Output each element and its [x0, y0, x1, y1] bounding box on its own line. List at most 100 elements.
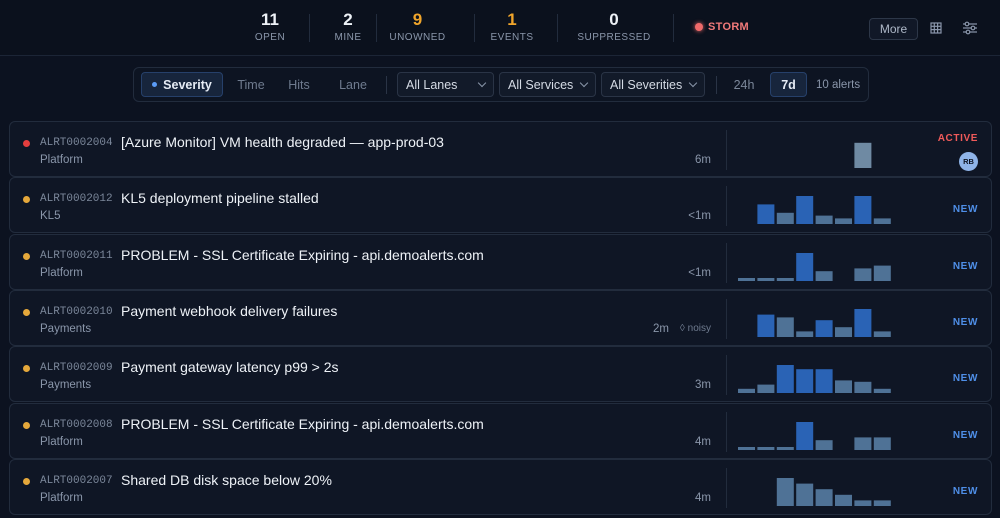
stat-label: UNOWNED — [389, 32, 446, 43]
alert-title[interactable]: Payment webhook delivery failures — [121, 303, 337, 319]
sparkline-bar — [873, 265, 891, 281]
stat-value: 9 — [412, 10, 423, 29]
sparkline-bar — [757, 384, 775, 393]
alert-row[interactable]: ALRT0002007 Shared DB disk space below 20… — [9, 459, 992, 515]
divider — [726, 243, 727, 283]
alert-id: ALRT0002004 — [40, 137, 113, 149]
status-badge: NEW — [952, 261, 978, 272]
sparkline-bar — [835, 218, 852, 224]
sparkline-bar — [815, 271, 833, 281]
alert-row[interactable]: ALRT0002008 PROBLEM - SSL Certificate Exp… — [9, 403, 992, 459]
lanes-select[interactable]: All Lanes — [397, 72, 494, 97]
noisy-badge: ◊ noisy — [679, 323, 711, 334]
sparkline-bar — [854, 196, 872, 224]
chevron-down-icon — [688, 78, 698, 88]
divider — [474, 14, 475, 42]
status-badge: NEW — [952, 373, 978, 384]
sparkline-bar — [776, 212, 794, 224]
alert-team: Platform — [40, 492, 83, 504]
alert-team: Platform — [40, 267, 83, 279]
severity-dot-icon — [23, 196, 30, 203]
sort-tab-hits[interactable]: Hits — [282, 72, 316, 97]
range-7d[interactable]: 7d — [770, 72, 807, 97]
sparkline-bar — [854, 268, 872, 281]
storm-label: STORM — [708, 21, 750, 33]
stat-events[interactable]: 1 EVENTS — [488, 10, 536, 43]
storm-indicator[interactable]: STORM — [695, 21, 749, 33]
alert-team: Platform — [40, 436, 83, 448]
more-button[interactable]: More — [869, 18, 918, 40]
stat-open[interactable]: 11 OPEN — [252, 10, 288, 43]
alert-title[interactable]: KL5 deployment pipeline stalled — [121, 190, 319, 206]
alert-team: KL5 — [40, 210, 61, 222]
sparkline-bar — [796, 369, 814, 393]
severity-dot-icon — [23, 478, 30, 485]
activity-sparkline — [757, 196, 891, 224]
filter-bar: Severity Time Hits Lane All Lanes All Se… — [133, 67, 869, 102]
storm-dot-icon — [695, 23, 703, 31]
stat-value: 1 — [507, 10, 517, 29]
range-24h[interactable]: 24h — [726, 72, 762, 97]
status-badge: NEW — [952, 486, 978, 497]
sort-tab-time[interactable]: Time — [229, 72, 273, 97]
sparkline-bar — [738, 388, 755, 393]
divider — [726, 186, 727, 226]
alert-age: 4m — [695, 492, 711, 504]
sparkline-bar — [815, 440, 833, 450]
alert-row[interactable]: ALRT0002004 [Azure Monitor] VM health deg… — [9, 121, 992, 177]
sort-tab-severity[interactable]: Severity — [141, 72, 223, 97]
sparkline-bar — [873, 388, 891, 393]
sparkline-bar — [854, 437, 872, 450]
severities-select[interactable]: All Severities — [601, 72, 705, 97]
sparkline-bar — [835, 380, 852, 393]
stat-mine[interactable]: 2 MINE — [330, 10, 366, 43]
alert-age: <1m — [688, 210, 711, 222]
stat-label: OPEN — [254, 32, 286, 43]
activity-sparkline — [738, 422, 891, 450]
chevron-down-icon — [579, 78, 589, 88]
alert-row[interactable]: ALRT0002012 KL5 deployment pipeline stall… — [9, 177, 992, 233]
activity-sparkline — [854, 142, 872, 168]
alert-row[interactable]: ALRT0002009 Payment gateway latency p99 >… — [9, 346, 992, 402]
sliders-icon[interactable] — [962, 20, 978, 36]
alert-age: 6m — [695, 154, 711, 166]
sparkline-bar — [873, 500, 891, 506]
sparkline-bar — [738, 447, 755, 450]
stats-header: 11 OPEN 2 MINE 9 UNOWNED 1 EVENTS 0 SUPP… — [0, 0, 1000, 56]
severities-select-value: All Severities — [610, 77, 683, 92]
services-select-value: All Services — [508, 77, 574, 92]
alert-id: ALRT0002009 — [40, 362, 113, 374]
divider — [726, 299, 727, 339]
alert-title[interactable]: PROBLEM - SSL Certificate Expiring - api… — [121, 416, 484, 432]
sparkline-bar — [776, 317, 794, 337]
sort-tab-lane[interactable]: Lane — [333, 72, 373, 97]
alert-row[interactable]: ALRT0002010 Payment webhook delivery fail… — [9, 290, 992, 346]
sort-tab-label: Severity — [163, 77, 212, 92]
alert-title[interactable]: Shared DB disk space below 20% — [121, 472, 332, 488]
sparkline-bar — [815, 489, 833, 506]
alert-title[interactable]: [Azure Monitor] VM health degraded — app… — [121, 134, 444, 150]
divider — [309, 14, 310, 42]
stat-suppressed[interactable]: 0 SUPPRESSED — [574, 10, 654, 43]
stat-value: 0 — [609, 10, 619, 29]
alert-count: 10 alerts — [816, 78, 861, 91]
alert-title[interactable]: PROBLEM - SSL Certificate Expiring - api… — [121, 247, 484, 263]
activity-sparkline — [776, 478, 891, 506]
sparkline-bar — [854, 142, 872, 168]
lanes-select-value: All Lanes — [406, 77, 458, 92]
stat-unowned[interactable]: 9 UNOWNED — [385, 10, 450, 43]
alert-id: ALRT0002012 — [40, 193, 113, 205]
status-badge: NEW — [952, 430, 978, 441]
chevron-down-icon — [477, 78, 487, 88]
alert-id: ALRT0002010 — [40, 306, 113, 318]
alert-title[interactable]: Payment gateway latency p99 > 2s — [121, 359, 339, 375]
activity-sparkline — [738, 253, 891, 281]
avatar[interactable]: RB — [959, 152, 978, 171]
grid-icon[interactable] — [928, 20, 944, 36]
alert-row[interactable]: ALRT0002011 PROBLEM - SSL Certificate Exp… — [9, 234, 992, 290]
services-select[interactable]: All Services — [499, 72, 596, 97]
divider — [716, 76, 717, 94]
sparkline-bar — [776, 365, 794, 393]
alert-age: 4m — [695, 436, 711, 448]
sparkline-bar — [757, 447, 775, 450]
